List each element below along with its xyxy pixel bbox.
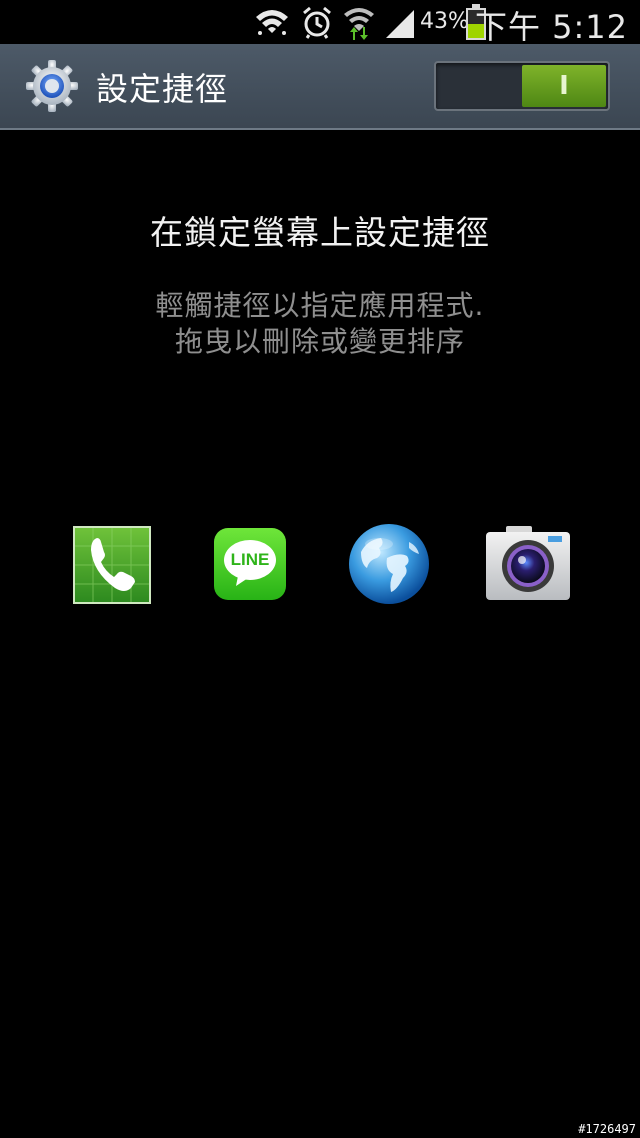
settings-gear-icon: [26, 60, 78, 112]
shortcut-toggle-switch[interactable]: I: [434, 61, 610, 111]
alarm-icon: [303, 6, 331, 39]
phone-icon: [73, 526, 151, 604]
shortcut-line[interactable]: LINE: [208, 522, 292, 606]
toggle-knob: I: [522, 65, 606, 107]
shortcut-camera[interactable]: [486, 522, 570, 606]
shortcut-internet[interactable]: [347, 522, 431, 606]
page-title: 設定捷徑: [96, 70, 229, 108]
signal-icon: [386, 10, 414, 38]
shortcut-phone[interactable]: [71, 522, 155, 606]
watermark-id: #1726497: [578, 1122, 636, 1136]
line-icon-text: LINE: [230, 550, 270, 569]
battery-percent: 43%: [420, 9, 469, 34]
screen: 43% 下午 5:12 設定捷徑 I 在鎖定螢幕上設定捷徑 輕觸捷徑以指定應用程…: [0, 0, 640, 1138]
description-line-2: 拖曳以刪除或變更排序: [174, 325, 465, 358]
wifi-data-icon: [344, 8, 374, 40]
lockscreen-shortcut-heading: 在鎖定螢幕上設定捷徑: [150, 213, 490, 252]
description-line-1: 輕觸捷徑以指定應用程式.: [155, 289, 485, 322]
status-time: 下午 5:12: [474, 8, 628, 46]
status-bar: 43% 下午 5:12: [0, 0, 640, 46]
camera-icon: [486, 526, 570, 600]
wifi-icon: [256, 10, 288, 35]
globe-icon: [349, 524, 429, 604]
action-bar: 設定捷徑 I: [0, 44, 640, 130]
